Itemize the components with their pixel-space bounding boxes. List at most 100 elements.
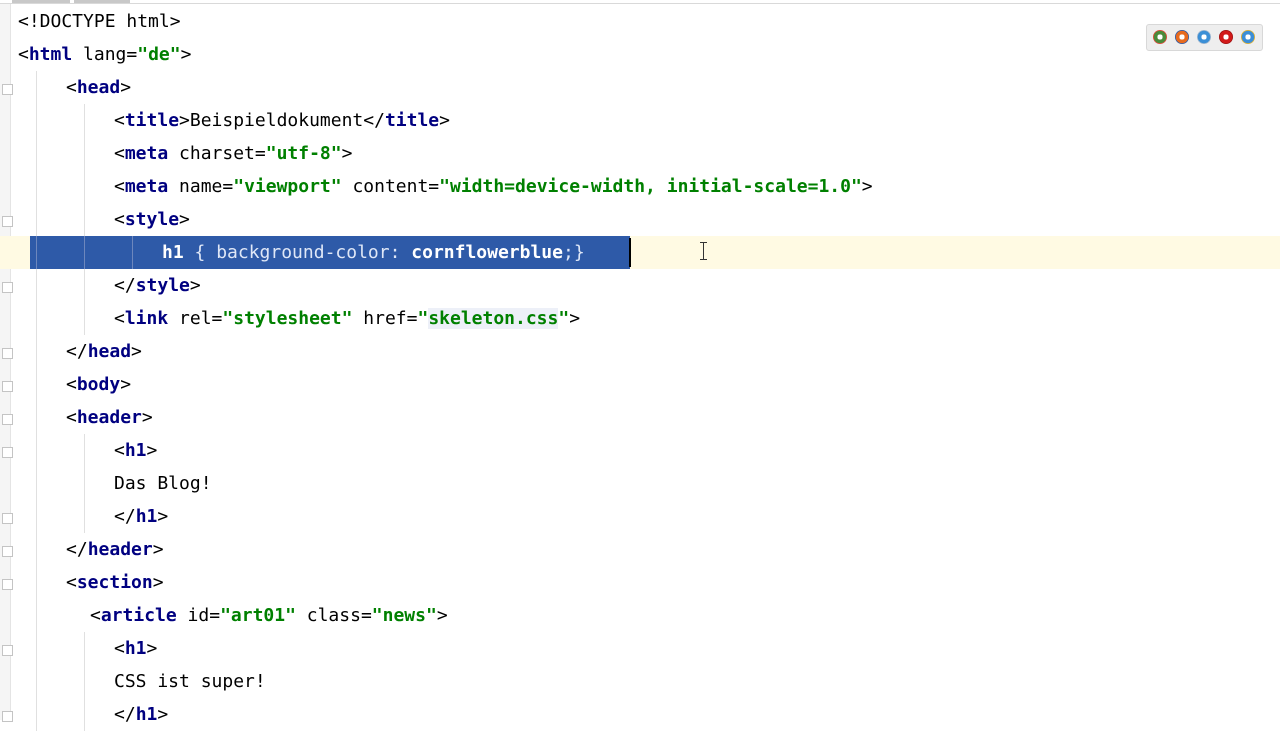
code-line[interactable]: <head> — [0, 71, 1280, 104]
indent-guide — [84, 302, 85, 335]
code-token: style — [135, 275, 190, 296]
code-text: </style> — [114, 269, 201, 302]
browser-preview-bar — [1146, 24, 1263, 51]
indent-guide — [36, 302, 37, 335]
editor-tab-strip — [0, 0, 1280, 4]
indent-guide — [84, 236, 85, 269]
code-token: > — [120, 77, 132, 98]
code-token: rel= — [168, 308, 223, 329]
code-token: meta — [124, 143, 169, 164]
indent-guide — [84, 665, 85, 698]
code-text: </h1> — [114, 500, 168, 533]
editor-tab[interactable] — [74, 0, 130, 3]
indent-guide — [84, 632, 85, 665]
indent-guide — [36, 500, 37, 533]
code-token: "de" — [137, 44, 181, 65]
indent-guide — [36, 71, 37, 104]
code-line[interactable]: </h1> — [0, 500, 1280, 533]
code-line[interactable]: <section> — [0, 566, 1280, 599]
indent-guide — [36, 698, 37, 731]
code-line[interactable]: <style> — [0, 203, 1280, 236]
text-caret — [629, 238, 631, 267]
code-line[interactable]: CSS ist super! — [0, 665, 1280, 698]
code-token: content= — [341, 176, 440, 197]
indent-guide — [84, 104, 85, 137]
code-token: "news" — [371, 605, 437, 626]
code-token: h1 — [135, 506, 158, 527]
code-text: <section> — [66, 566, 164, 599]
ie-icon[interactable] — [1241, 30, 1255, 44]
code-token: > — [439, 110, 450, 131]
code-text: <h1> — [114, 632, 157, 665]
indent-guide — [84, 170, 85, 203]
indent-guide — [84, 467, 85, 500]
code-token: > — [341, 143, 353, 164]
code-line[interactable]: <body> — [0, 368, 1280, 401]
code-token: style — [124, 209, 180, 230]
code-line[interactable]: </h1> — [0, 698, 1280, 731]
code-line[interactable]: <header> — [0, 401, 1280, 434]
indent-guide — [36, 269, 37, 302]
indent-guide — [36, 236, 37, 269]
code-text: </head> — [66, 335, 142, 368]
code-token: < — [66, 407, 77, 428]
code-token: > — [436, 605, 448, 626]
code-token: < — [114, 638, 125, 659]
code-line[interactable]: h1 { background-color: cornflowerblue;} — [0, 236, 1280, 269]
code-token: > — [120, 374, 132, 395]
code-token: section — [76, 572, 153, 593]
code-line[interactable]: <meta name="viewport" content="width=dev… — [0, 170, 1280, 203]
code-token: </ — [66, 539, 88, 560]
opera-icon[interactable] — [1219, 30, 1233, 44]
code-line[interactable]: <meta charset="utf-8"> — [0, 137, 1280, 170]
code-token: ;} — [562, 242, 585, 263]
code-token: lang= — [72, 44, 138, 65]
code-line[interactable]: <h1> — [0, 434, 1280, 467]
code-token: body — [76, 374, 121, 395]
code-line[interactable]: <html lang="de"> — [0, 38, 1280, 71]
code-line[interactable]: </head> — [0, 335, 1280, 368]
code-line[interactable]: <h1> — [0, 632, 1280, 665]
code-token: id= — [176, 605, 221, 626]
code-token: </ — [114, 506, 136, 527]
indent-guide — [36, 599, 37, 632]
code-token: "utf-8" — [265, 143, 342, 164]
code-line[interactable]: <article id="art01" class="news"> — [0, 599, 1280, 632]
code-token: > — [189, 275, 201, 296]
code-line[interactable]: </style> — [0, 269, 1280, 302]
code-line[interactable]: <title>Beispieldokument</title> — [0, 104, 1280, 137]
safari-icon[interactable] — [1197, 30, 1211, 44]
indent-guide — [36, 170, 37, 203]
editor-tab[interactable] — [12, 0, 70, 3]
code-text: <article id="art01" class="news"> — [90, 599, 448, 632]
indent-guide — [36, 203, 37, 236]
indent-guide — [36, 368, 37, 401]
indent-guide — [84, 434, 85, 467]
indent-guide — [84, 698, 85, 731]
code-token: < — [90, 605, 101, 626]
chrome-icon[interactable] — [1153, 30, 1167, 44]
code-token: header — [87, 539, 153, 560]
code-token: CSS ist super! — [114, 671, 266, 692]
indent-guide — [36, 632, 37, 665]
indent-guide — [36, 665, 37, 698]
code-text: <html lang="de"> — [18, 38, 191, 71]
code-text: <title>Beispieldokument</title> — [114, 104, 450, 137]
code-line[interactable]: Das Blog! — [0, 467, 1280, 500]
code-token: < — [66, 374, 77, 395]
indent-guide — [132, 236, 133, 269]
code-text: <body> — [66, 368, 131, 401]
code-text: <link rel="stylesheet" href="skeleton.cs… — [114, 302, 580, 335]
code-token: title — [384, 110, 440, 131]
code-token: Das Blog! — [114, 473, 212, 494]
code-text: <head> — [66, 71, 131, 104]
firefox-icon[interactable] — [1175, 30, 1189, 44]
code-text: Das Blog! — [114, 467, 212, 500]
code-line[interactable]: <link rel="stylesheet" href="skeleton.cs… — [0, 302, 1280, 335]
code-line[interactable]: <!DOCTYPE html> — [0, 5, 1280, 38]
indent-guide — [84, 500, 85, 533]
code-token: > — [146, 440, 158, 461]
code-line[interactable]: </header> — [0, 533, 1280, 566]
code-token: > — [179, 209, 190, 230]
code-text: <meta name="viewport" content="width=dev… — [114, 170, 873, 203]
